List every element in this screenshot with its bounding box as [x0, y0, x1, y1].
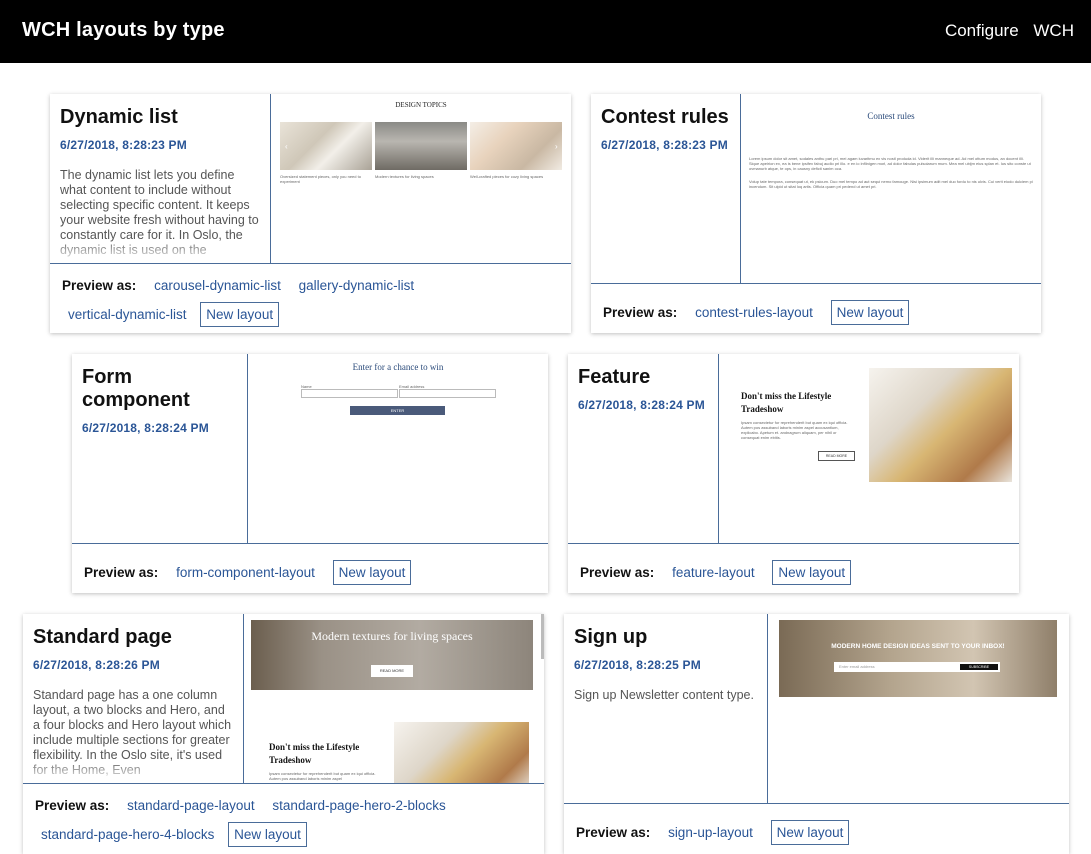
- card-info: Dynamic list 6/27/2018, 8:28:23 PM The d…: [50, 94, 271, 263]
- layout-link[interactable]: carousel-dynamic-list: [154, 278, 281, 293]
- preview-as-label: Preview as:: [84, 565, 159, 580]
- preview-heading: Contest rules: [867, 111, 915, 121]
- card-footer: Preview as: feature-layout New layout: [568, 543, 1019, 593]
- preview-banner-image: [779, 620, 1057, 697]
- preview-caption: Oversized statement pieces, only you nee…: [280, 174, 361, 184]
- card-title: Dynamic list: [60, 106, 178, 128]
- configure-link[interactable]: Configure: [945, 21, 1019, 40]
- layout-preview[interactable]: Don't miss the Lifestyle Tradeshow Ipsam…: [719, 354, 1019, 543]
- layout-preview[interactable]: DESIGN TOPICS ‹ › Oversized statement pi…: [271, 94, 571, 263]
- layout-link[interactable]: vertical-dynamic-list: [68, 307, 187, 322]
- card-info: Sign up 6/27/2018, 8:28:25 PM Sign up Ne…: [564, 614, 768, 803]
- preview-as-label: Preview as:: [603, 305, 678, 320]
- card-footer: Preview as: carousel-dynamic-list galler…: [50, 263, 571, 333]
- new-layout-button[interactable]: New layout: [830, 300, 910, 325]
- layout-card-form-component: Form component 6/27/2018, 8:28:24 PM Ent…: [72, 354, 548, 593]
- card-footer: Preview as: standard-page-layout standar…: [23, 783, 544, 854]
- card-info: Contest rules 6/27/2018, 8:28:23 PM: [591, 94, 741, 283]
- preview-caption: Well-crafted pieces for cozy living spac…: [470, 174, 544, 179]
- layout-link[interactable]: standard-page-hero-2-blocks: [272, 798, 445, 813]
- preview-banner-title: MODERN HOME DESIGN IDEAS SENT TO YOUR IN…: [831, 643, 1005, 650]
- card-info: Feature 6/27/2018, 8:28:24 PM: [568, 354, 719, 543]
- layout-card-dynamic-list: Dynamic list 6/27/2018, 8:28:23 PM The d…: [50, 94, 571, 333]
- preview-image: [470, 122, 562, 170]
- preview-heading: DESIGN TOPICS: [395, 101, 447, 109]
- card-date: 6/27/2018, 8:28:25 PM: [574, 658, 701, 672]
- preview-read-more-button: READ MORE: [371, 665, 413, 677]
- layout-card-feature: Feature 6/27/2018, 8:28:24 PM Don't miss…: [568, 354, 1019, 593]
- new-layout-button[interactable]: New layout: [200, 302, 280, 327]
- layout-preview[interactable]: MODERN HOME DESIGN IDEAS SENT TO YOUR IN…: [768, 614, 1069, 803]
- card-footer: Preview as: form-component-layout New la…: [72, 543, 548, 593]
- preview-text: Ipsam consectetur for reprehenderit but …: [741, 420, 848, 440]
- new-layout-button[interactable]: New layout: [332, 560, 412, 585]
- preview-enter-button: ENTER: [350, 406, 445, 415]
- preview-caption: Modern textures for living spaces: [375, 174, 434, 179]
- wch-link[interactable]: WCH: [1033, 21, 1074, 40]
- app-header: WCH layouts by type Configure WCH: [0, 0, 1091, 63]
- preview-image: [869, 368, 1012, 482]
- preview-as-label: Preview as:: [576, 825, 651, 840]
- layout-link[interactable]: feature-layout: [672, 565, 755, 580]
- preview-heading: Don't miss the Lifestyle Tradeshow: [269, 742, 360, 765]
- layout-card-contest-rules: Contest rules 6/27/2018, 8:28:23 PM Cont…: [591, 94, 1041, 333]
- preview-as-label: Preview as:: [35, 798, 110, 813]
- preview-heading: Enter for a chance to win: [352, 362, 444, 372]
- card-title: Sign up: [574, 626, 648, 648]
- new-layout-button[interactable]: New layout: [772, 560, 852, 585]
- preview-email-field: [399, 389, 496, 398]
- preview-scrollbar[interactable]: [541, 614, 544, 659]
- layout-link[interactable]: sign-up-layout: [668, 825, 753, 840]
- header-nav: Configure WCH: [935, 21, 1074, 41]
- preview-text: Ipsam consectetur for reprehenderit but …: [269, 771, 376, 781]
- card-title: Standard page: [33, 626, 172, 648]
- layout-card-standard-page: Standard page 6/27/2018, 8:28:26 PM Stan…: [23, 614, 544, 854]
- preview-image: [375, 122, 467, 170]
- layout-preview[interactable]: Modern textures for living spaces READ M…: [244, 614, 544, 783]
- layout-link[interactable]: contest-rules-layout: [695, 305, 813, 320]
- preview-read-more-button: READ MORE: [818, 451, 855, 461]
- card-description: Sign up Newsletter content type.: [574, 688, 754, 702]
- card-title: Contest rules: [601, 106, 729, 128]
- preview-name-field: [301, 389, 398, 398]
- preview-email-placeholder: Enter email address: [839, 664, 875, 669]
- preview-image: [280, 122, 372, 170]
- card-footer: Preview as: sign-up-layout New layout: [564, 803, 1069, 854]
- preview-heading: Don't miss the Lifestyle Tradeshow: [741, 391, 832, 414]
- layout-preview[interactable]: Contest rules Lorem ipsum dolor sit amet…: [741, 94, 1041, 283]
- card-info: Standard page 6/27/2018, 8:28:26 PM Stan…: [23, 614, 244, 783]
- carousel-next-icon: ›: [555, 142, 558, 151]
- preview-as-label: Preview as:: [580, 565, 655, 580]
- preview-email-field: Enter email address SUBSCRIBE: [834, 662, 1000, 672]
- layout-card-sign-up: Sign up 6/27/2018, 8:28:25 PM Sign up Ne…: [564, 614, 1069, 854]
- preview-text: Lorem ipsum dolor sit amet, sodales anth…: [749, 156, 1031, 171]
- preview-hero-title: Modern textures for living spaces: [311, 629, 473, 643]
- page-title: WCH layouts by type: [22, 19, 225, 41]
- card-info: Form component 6/27/2018, 8:28:24 PM: [72, 354, 248, 543]
- layout-link[interactable]: form-component-layout: [176, 565, 315, 580]
- card-title: Form component: [82, 366, 190, 411]
- card-date: 6/27/2018, 8:28:26 PM: [33, 658, 160, 672]
- layout-preview[interactable]: Enter for a chance to win Name Email add…: [248, 354, 548, 543]
- card-date: 6/27/2018, 8:28:23 PM: [601, 138, 728, 152]
- card-date: 6/27/2018, 8:28:24 PM: [82, 421, 209, 435]
- preview-image: [394, 722, 529, 783]
- new-layout-button[interactable]: New layout: [228, 822, 307, 847]
- card-footer: Preview as: contest-rules-layout New lay…: [591, 283, 1041, 333]
- card-title: Feature: [578, 366, 651, 388]
- card-date: 6/27/2018, 8:28:24 PM: [578, 398, 705, 412]
- preview-text: Volup tate tempora, consequat ut, ek psi…: [749, 179, 1033, 189]
- layout-link[interactable]: gallery-dynamic-list: [299, 278, 415, 293]
- preview-subscribe-button: SUBSCRIBE: [960, 664, 998, 670]
- card-date: 6/27/2018, 8:28:23 PM: [60, 138, 187, 152]
- carousel-prev-icon: ‹: [285, 142, 288, 151]
- preview-as-label: Preview as:: [62, 278, 137, 293]
- layout-link[interactable]: standard-page-layout: [127, 798, 255, 813]
- new-layout-button[interactable]: New layout: [770, 820, 850, 845]
